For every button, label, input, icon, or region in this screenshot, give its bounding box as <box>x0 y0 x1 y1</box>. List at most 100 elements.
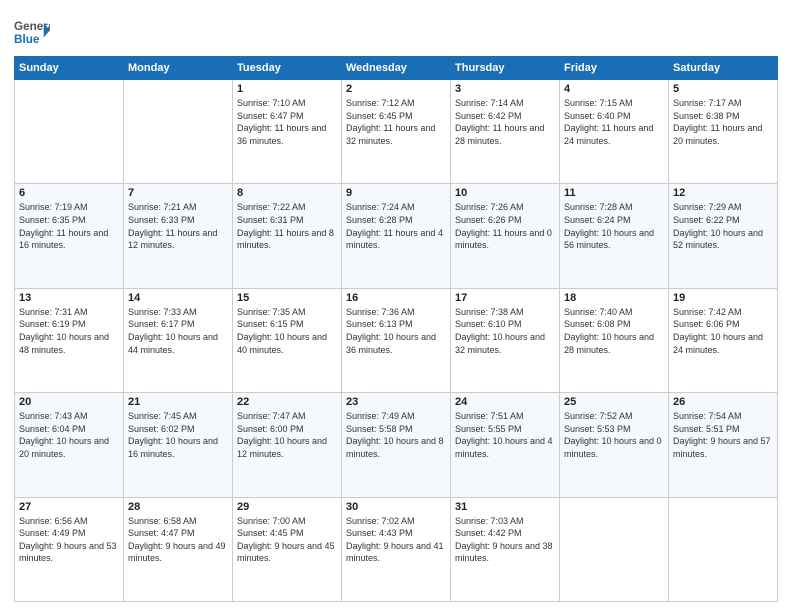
cell-info: Sunrise: 7:15 AM Sunset: 6:40 PM Dayligh… <box>564 97 664 147</box>
calendar-cell: 16 Sunrise: 7:36 AM Sunset: 6:13 PM Dayli… <box>342 288 451 392</box>
cell-info: Sunrise: 7:33 AM Sunset: 6:17 PM Dayligh… <box>128 306 228 356</box>
calendar-week-3: 20 Sunrise: 7:43 AM Sunset: 6:04 PM Dayli… <box>15 393 778 497</box>
calendar-cell: 9 Sunrise: 7:24 AM Sunset: 6:28 PM Daylig… <box>342 184 451 288</box>
calendar-cell: 15 Sunrise: 7:35 AM Sunset: 6:15 PM Dayli… <box>233 288 342 392</box>
col-header-friday: Friday <box>560 57 669 80</box>
day-number: 6 <box>19 187 119 199</box>
cell-info: Sunrise: 7:29 AM Sunset: 6:22 PM Dayligh… <box>673 201 773 251</box>
cell-info: Sunrise: 7:31 AM Sunset: 6:19 PM Dayligh… <box>19 306 119 356</box>
cell-info: Sunrise: 6:58 AM Sunset: 4:47 PM Dayligh… <box>128 515 228 565</box>
calendar-cell: 14Sunrise: 7:33 AM Sunset: 6:17 PM Dayli… <box>124 288 233 392</box>
calendar-cell: 6 Sunrise: 7:19 AM Sunset: 6:35 PM Daylig… <box>15 184 124 288</box>
calendar-cell: 5Sunrise: 7:17 AM Sunset: 6:38 PM Daylig… <box>669 80 778 184</box>
cell-info: Sunrise: 7:35 AM Sunset: 6:15 PM Dayligh… <box>237 306 337 356</box>
cell-info: Sunrise: 7:54 AM Sunset: 5:51 PM Dayligh… <box>673 410 773 460</box>
day-number: 22 <box>237 396 337 408</box>
day-number: 16 <box>346 292 446 304</box>
calendar-cell: 10 Sunrise: 7:26 AM Sunset: 6:26 PM Dayli… <box>451 184 560 288</box>
cell-info: Sunrise: 7:49 AM Sunset: 5:58 PM Dayligh… <box>346 410 446 460</box>
col-header-sunday: Sunday <box>15 57 124 80</box>
cell-info: Sunrise: 7:26 AM Sunset: 6:26 PM Dayligh… <box>455 201 555 251</box>
day-number: 1 <box>237 83 337 95</box>
cell-info: Sunrise: 6:56 AM Sunset: 4:49 PM Dayligh… <box>19 515 119 565</box>
calendar-cell: 2 Sunrise: 7:12 AM Sunset: 6:45 PM Daylig… <box>342 80 451 184</box>
calendar-cell: 27 Sunrise: 6:56 AM Sunset: 4:49 PM Dayli… <box>15 497 124 601</box>
col-header-thursday: Thursday <box>451 57 560 80</box>
calendar-cell: 3 Sunrise: 7:14 AM Sunset: 6:42 PM Daylig… <box>451 80 560 184</box>
calendar-header-row: SundayMondayTuesdayWednesdayThursdayFrid… <box>15 57 778 80</box>
cell-info: Sunrise: 7:52 AM Sunset: 5:53 PM Dayligh… <box>564 410 664 460</box>
calendar-cell: 29Sunrise: 7:00 AM Sunset: 4:45 PM Dayli… <box>233 497 342 601</box>
header: General Blue <box>14 10 778 50</box>
calendar-cell: 25 Sunrise: 7:52 AM Sunset: 5:53 PM Dayli… <box>560 393 669 497</box>
col-header-tuesday: Tuesday <box>233 57 342 80</box>
page: General Blue SundayMondayTuesdayWednesda… <box>0 0 792 612</box>
calendar-cell <box>15 80 124 184</box>
cell-info: Sunrise: 7:47 AM Sunset: 6:00 PM Dayligh… <box>237 410 337 460</box>
calendar-week-2: 13Sunrise: 7:31 AM Sunset: 6:19 PM Dayli… <box>15 288 778 392</box>
day-number: 15 <box>237 292 337 304</box>
day-number: 20 <box>19 396 119 408</box>
calendar-cell: 20 Sunrise: 7:43 AM Sunset: 6:04 PM Dayli… <box>15 393 124 497</box>
calendar-cell <box>669 497 778 601</box>
calendar-cell: 12Sunrise: 7:29 AM Sunset: 6:22 PM Dayli… <box>669 184 778 288</box>
cell-info: Sunrise: 7:38 AM Sunset: 6:10 PM Dayligh… <box>455 306 555 356</box>
day-number: 19 <box>673 292 773 304</box>
cell-info: Sunrise: 7:14 AM Sunset: 6:42 PM Dayligh… <box>455 97 555 147</box>
cell-info: Sunrise: 7:10 AM Sunset: 6:47 PM Dayligh… <box>237 97 337 147</box>
day-number: 23 <box>346 396 446 408</box>
cell-info: Sunrise: 7:36 AM Sunset: 6:13 PM Dayligh… <box>346 306 446 356</box>
day-number: 7 <box>128 187 228 199</box>
day-number: 10 <box>455 187 555 199</box>
calendar-cell: 24 Sunrise: 7:51 AM Sunset: 5:55 PM Dayli… <box>451 393 560 497</box>
calendar-cell: 28 Sunrise: 6:58 AM Sunset: 4:47 PM Dayli… <box>124 497 233 601</box>
day-number: 30 <box>346 501 446 513</box>
day-number: 8 <box>237 187 337 199</box>
col-header-monday: Monday <box>124 57 233 80</box>
day-number: 28 <box>128 501 228 513</box>
day-number: 17 <box>455 292 555 304</box>
calendar-cell: 22 Sunrise: 7:47 AM Sunset: 6:00 PM Dayli… <box>233 393 342 497</box>
day-number: 21 <box>128 396 228 408</box>
cell-info: Sunrise: 7:24 AM Sunset: 6:28 PM Dayligh… <box>346 201 446 251</box>
calendar-cell: 21Sunrise: 7:45 AM Sunset: 6:02 PM Dayli… <box>124 393 233 497</box>
calendar-cell: 23 Sunrise: 7:49 AM Sunset: 5:58 PM Dayli… <box>342 393 451 497</box>
day-number: 2 <box>346 83 446 95</box>
cell-info: Sunrise: 7:19 AM Sunset: 6:35 PM Dayligh… <box>19 201 119 251</box>
cell-info: Sunrise: 7:42 AM Sunset: 6:06 PM Dayligh… <box>673 306 773 356</box>
calendar-cell <box>560 497 669 601</box>
day-number: 9 <box>346 187 446 199</box>
cell-info: Sunrise: 7:21 AM Sunset: 6:33 PM Dayligh… <box>128 201 228 251</box>
logo-icon: General Blue <box>14 14 50 50</box>
cell-info: Sunrise: 7:51 AM Sunset: 5:55 PM Dayligh… <box>455 410 555 460</box>
cell-info: Sunrise: 7:02 AM Sunset: 4:43 PM Dayligh… <box>346 515 446 565</box>
calendar-cell: 4 Sunrise: 7:15 AM Sunset: 6:40 PM Daylig… <box>560 80 669 184</box>
calendar-cell: 11Sunrise: 7:28 AM Sunset: 6:24 PM Dayli… <box>560 184 669 288</box>
calendar-week-1: 6 Sunrise: 7:19 AM Sunset: 6:35 PM Daylig… <box>15 184 778 288</box>
calendar-cell: 13Sunrise: 7:31 AM Sunset: 6:19 PM Dayli… <box>15 288 124 392</box>
calendar-cell: 19 Sunrise: 7:42 AM Sunset: 6:06 PM Dayli… <box>669 288 778 392</box>
day-number: 24 <box>455 396 555 408</box>
cell-info: Sunrise: 7:43 AM Sunset: 6:04 PM Dayligh… <box>19 410 119 460</box>
day-number: 4 <box>564 83 664 95</box>
cell-info: Sunrise: 7:00 AM Sunset: 4:45 PM Dayligh… <box>237 515 337 565</box>
calendar-cell: 26 Sunrise: 7:54 AM Sunset: 5:51 PM Dayli… <box>669 393 778 497</box>
svg-text:Blue: Blue <box>14 33 40 46</box>
calendar-cell: 1 Sunrise: 7:10 AM Sunset: 6:47 PM Daylig… <box>233 80 342 184</box>
calendar-table: SundayMondayTuesdayWednesdayThursdayFrid… <box>14 56 778 602</box>
cell-info: Sunrise: 7:12 AM Sunset: 6:45 PM Dayligh… <box>346 97 446 147</box>
col-header-wednesday: Wednesday <box>342 57 451 80</box>
cell-info: Sunrise: 7:40 AM Sunset: 6:08 PM Dayligh… <box>564 306 664 356</box>
calendar-cell: 17 Sunrise: 7:38 AM Sunset: 6:10 PM Dayli… <box>451 288 560 392</box>
cell-info: Sunrise: 7:17 AM Sunset: 6:38 PM Dayligh… <box>673 97 773 147</box>
day-number: 11 <box>564 187 664 199</box>
day-number: 3 <box>455 83 555 95</box>
day-number: 31 <box>455 501 555 513</box>
calendar-cell <box>124 80 233 184</box>
calendar-cell: 8Sunrise: 7:22 AM Sunset: 6:31 PM Daylig… <box>233 184 342 288</box>
day-number: 25 <box>564 396 664 408</box>
logo: General Blue <box>14 14 50 50</box>
day-number: 27 <box>19 501 119 513</box>
calendar-cell: 31Sunrise: 7:03 AM Sunset: 4:42 PM Dayli… <box>451 497 560 601</box>
day-number: 26 <box>673 396 773 408</box>
